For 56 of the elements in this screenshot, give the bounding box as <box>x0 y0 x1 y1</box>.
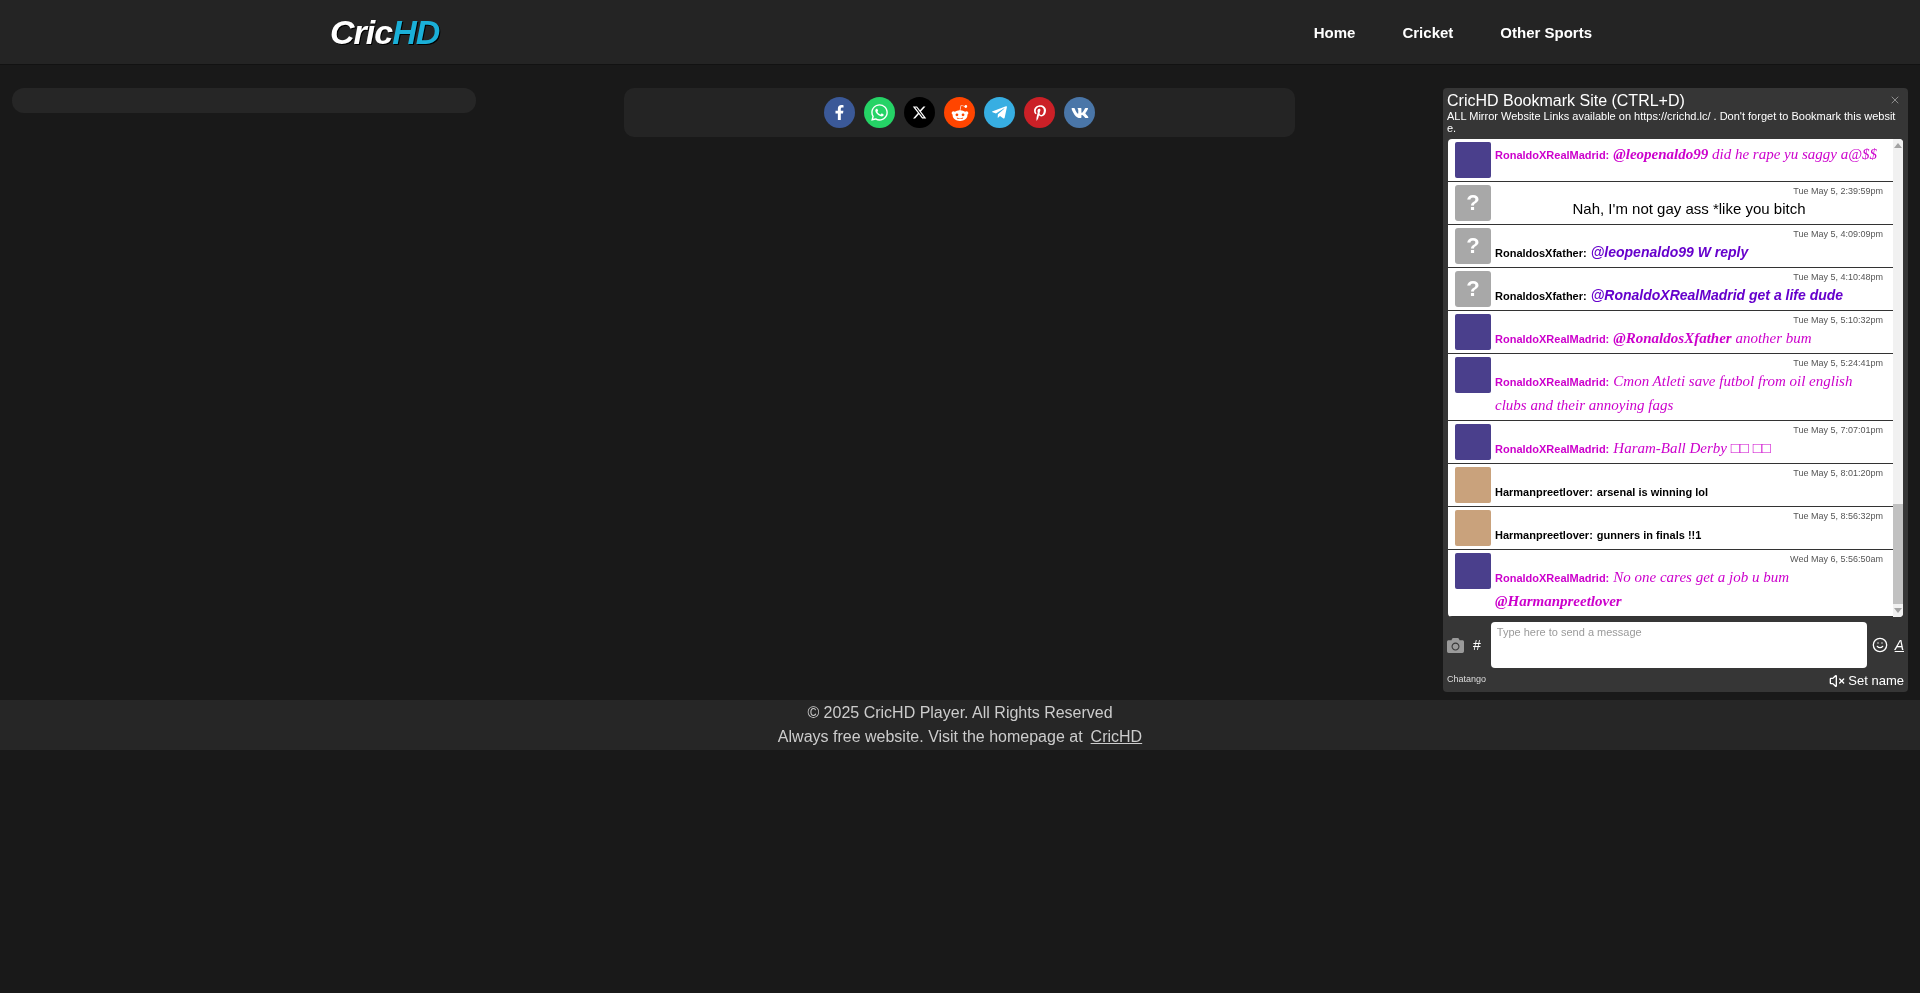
vk-share-button[interactable] <box>1064 97 1095 128</box>
x-share-button[interactable] <box>904 97 935 128</box>
x-logo-icon <box>912 105 927 120</box>
pinterest-icon <box>1031 104 1048 121</box>
unknown-avatar: ? <box>1455 185 1491 221</box>
telegram-icon <box>991 104 1008 121</box>
unknown-avatar: ? <box>1455 271 1491 307</box>
whatsapp-share-button[interactable] <box>864 97 895 128</box>
chat-message: RonaldoXRealMadrid: Haram-Ball Derby □□ □□ <box>1495 439 1772 458</box>
chat-message: RonaldosXfather: @RonaldoXRealMadrid get a life dude <box>1495 286 1845 305</box>
message-time: Tue May 5, 8:56:32pm <box>1793 511 1883 522</box>
copyright-text: © 2025 CricHD Player. All Rights Reserved <box>806 703 1114 723</box>
set-name-button[interactable]: Set name <box>1829 673 1904 689</box>
message-time: Tue May 5, 5:10:32pm <box>1793 315 1883 326</box>
message-time: Tue May 5, 7:07:01pm <box>1793 425 1883 436</box>
whatsapp-icon <box>870 103 889 122</box>
message-time: Tue May 5, 5:24:41pm <box>1793 358 1883 369</box>
chat-message: RonaldoXRealMadrid: Cmon Atleti save futbol from oil english clubs and their annoying fags <box>1495 372 1854 415</box>
pinterest-share-button[interactable] <box>1024 97 1055 128</box>
message-time: Tue May 5, 8:01:20pm <box>1793 468 1883 479</box>
chat-message: RonaldosXfather: @leopenaldo99 W reply <box>1495 243 1750 262</box>
brand-link[interactable]: Chatango <box>1447 673 1487 685</box>
mute-icon <box>1829 673 1846 689</box>
nav-link[interactable]: Cricket <box>1402 21 1454 45</box>
nav-link[interactable]: Home <box>1313 21 1356 45</box>
camera-icon[interactable] <box>1447 636 1464 654</box>
chat-message: RonaldoXRealMadrid: No one cares get a job u bum @Harmanpreetlover <box>1495 568 1790 611</box>
font-button[interactable]: A <box>1894 638 1904 652</box>
chat-message: Harmanpreetlover: arsenal is winning lol <box>1495 485 1710 500</box>
chat-notice: ALL Mirror Website Links available on https://crichd.lc/ . Don't forget to Bookmark this website. <box>1447 110 1897 134</box>
unknown-avatar: ? <box>1455 228 1491 264</box>
close-icon <box>1889 94 1901 106</box>
close-button[interactable] <box>1889 94 1901 106</box>
message-time: Wed May 6, 5:56:50am <box>1790 554 1883 565</box>
message-time: Tue May 5, 2:39:59pm <box>1793 186 1883 197</box>
chat-message: Nah, I'm not gay ass *like you bitch <box>1571 199 1807 219</box>
message-time: Tue May 5, 4:10:48pm <box>1793 272 1883 283</box>
site-logo[interactable]: CricHD <box>330 15 440 49</box>
reddit-icon <box>950 103 969 122</box>
chat-message: RonaldoXRealMadrid: @leopenaldo99 did he rape yu saggy a@$$ <box>1495 145 1879 164</box>
reddit-share-button[interactable] <box>944 97 975 128</box>
scrollbar[interactable] <box>1893 139 1903 617</box>
message-time: Tue May 5, 4:09:09pm <box>1793 229 1883 240</box>
chat-message: Harmanpreetlover: gunners in finals !!1 <box>1495 528 1703 543</box>
footer-text: Always free website. Visit the homepage at <box>777 728 1083 745</box>
homepage-link[interactable]: CricHD <box>1090 728 1143 745</box>
facebook-share-button[interactable] <box>824 97 855 128</box>
chat-title: CricHD Bookmark Site (CTRL+D) <box>1447 91 1685 110</box>
message-input[interactable]: Type here to send a message <box>1490 622 1867 668</box>
scrollbar-thumb[interactable] <box>1893 504 1903 604</box>
hash-button[interactable]: # <box>1473 638 1481 652</box>
nav-link[interactable]: Other Sports <box>1500 21 1592 45</box>
telegram-share-button[interactable] <box>984 97 1015 128</box>
smiley-icon[interactable] <box>1871 637 1888 653</box>
facebook-icon <box>832 105 847 120</box>
chat-message: RonaldoXRealMadrid: @RonaldosXfather another bum <box>1495 329 1813 348</box>
